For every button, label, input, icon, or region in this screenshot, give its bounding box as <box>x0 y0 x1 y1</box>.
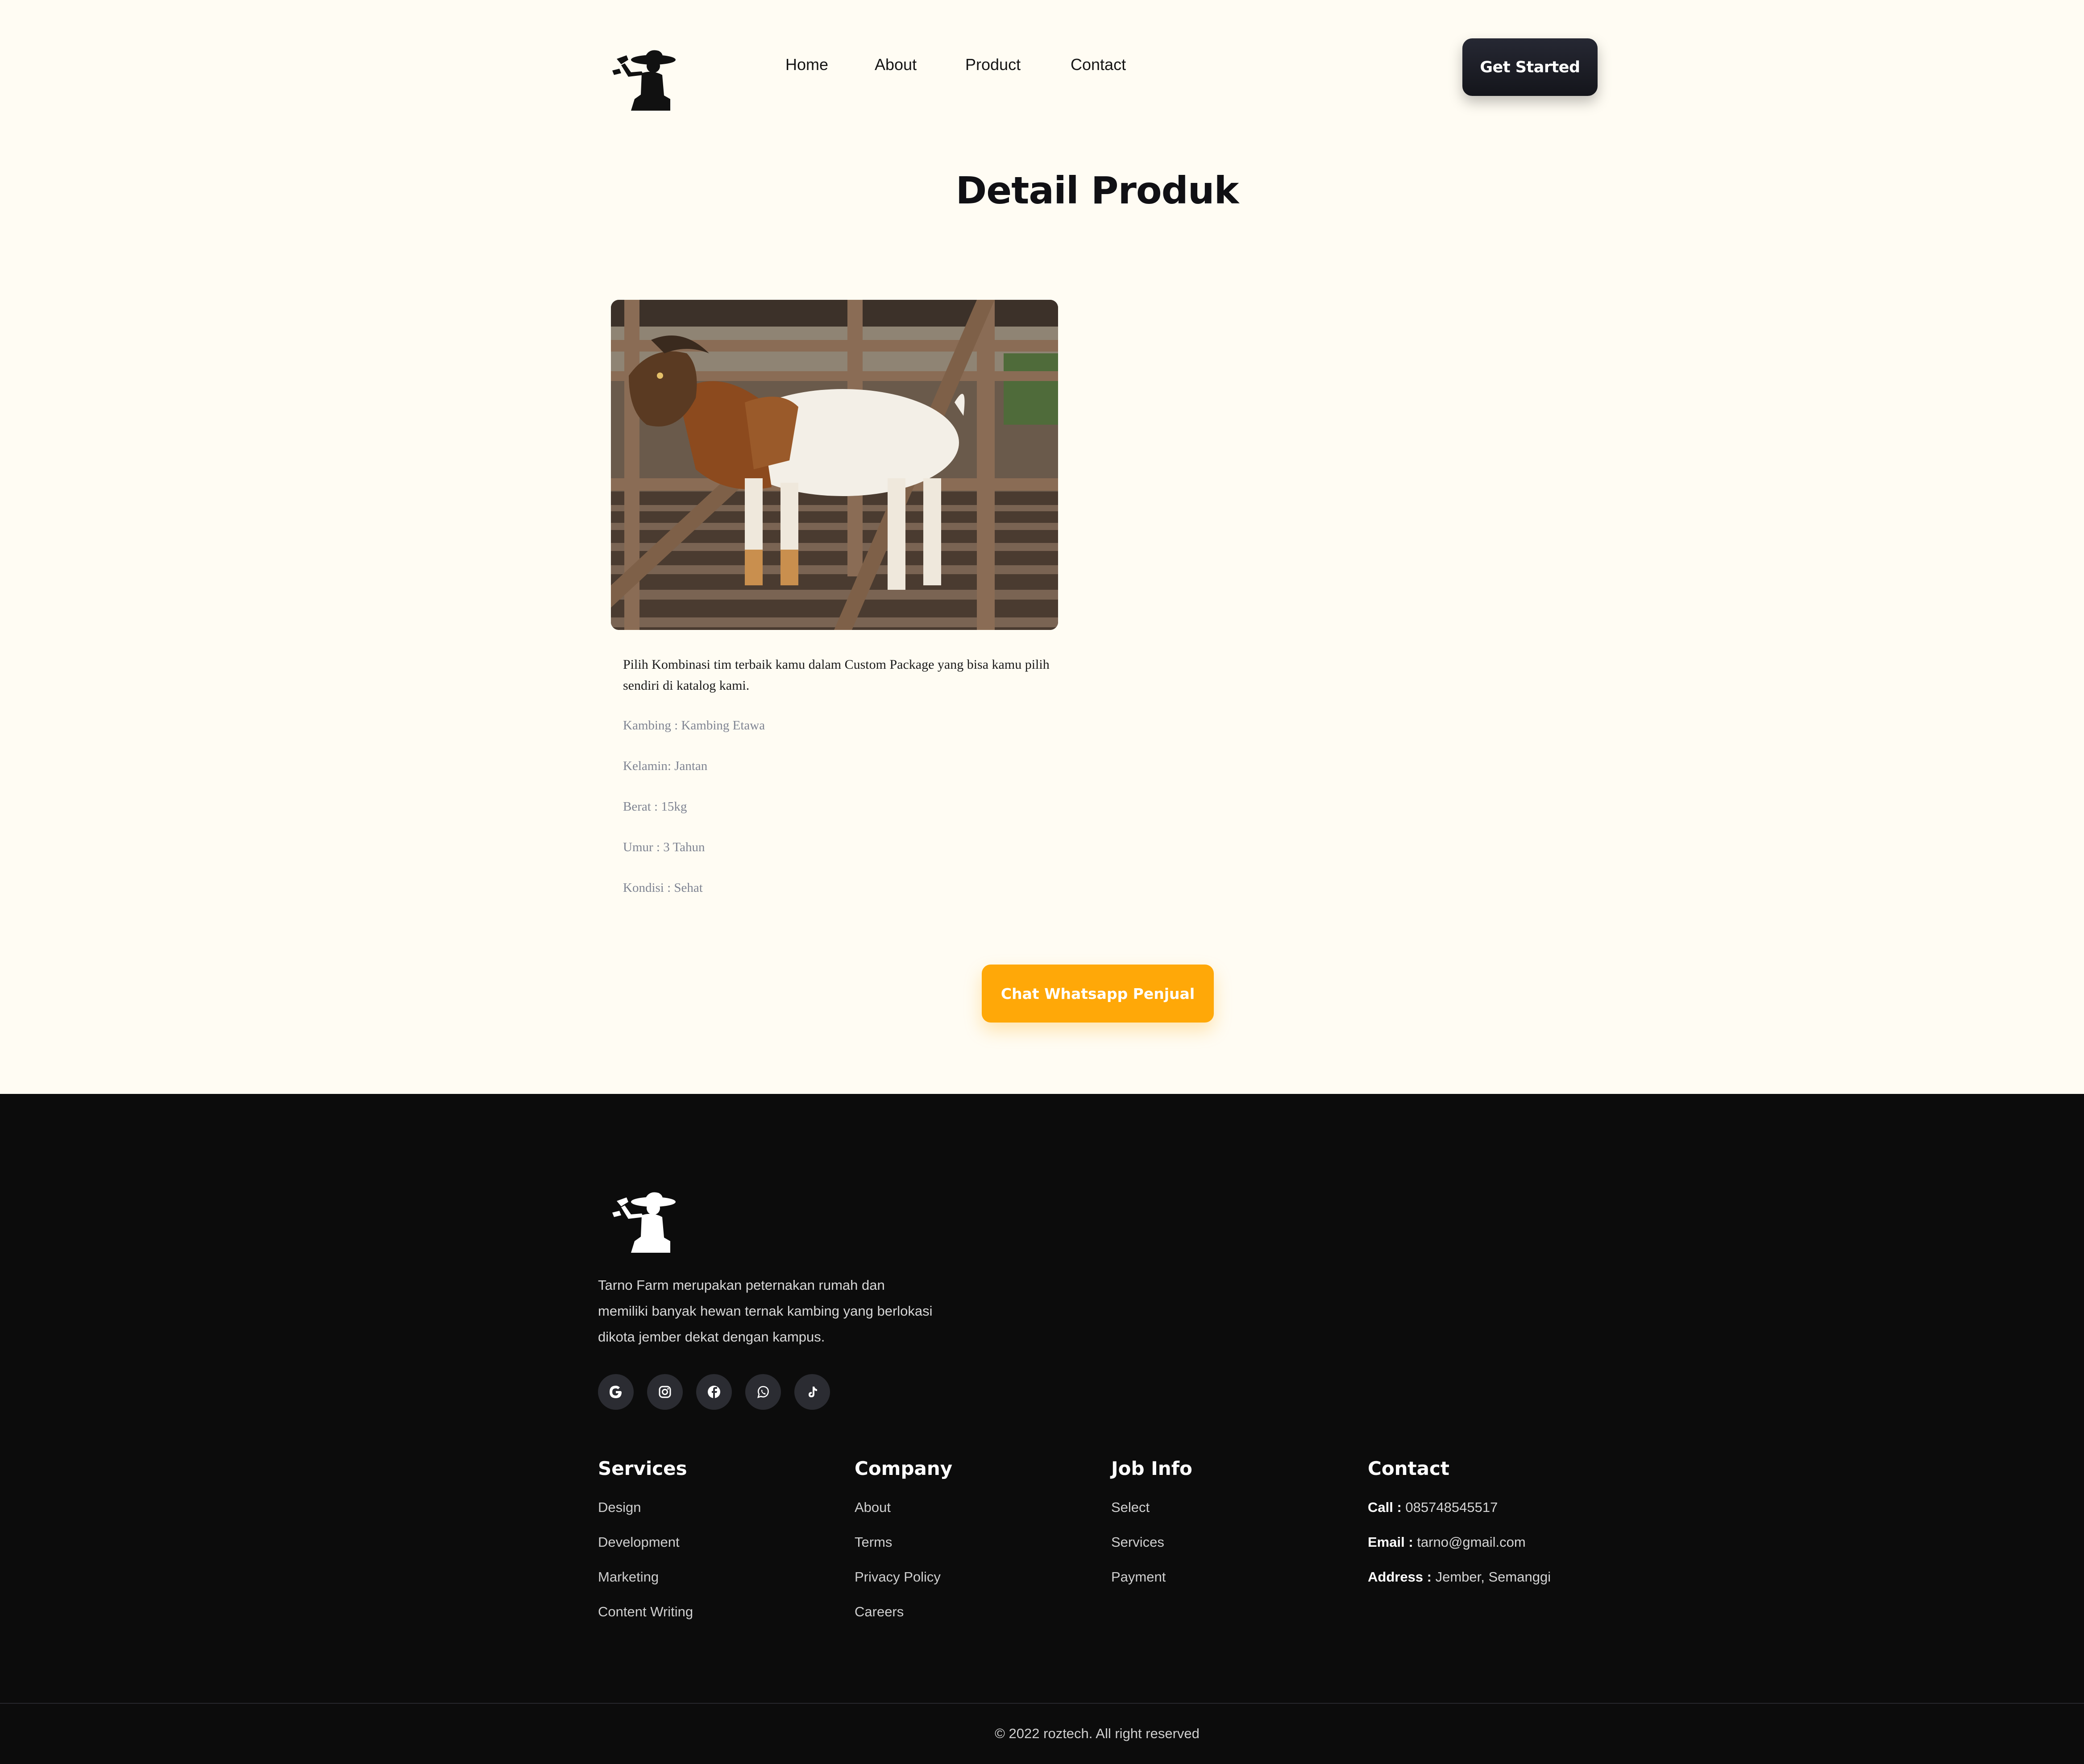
job-info-heading: Job Info <box>1111 1458 1192 1479</box>
company-link-privacy-policy[interactable]: Privacy Policy <box>855 1569 941 1585</box>
nav-contact[interactable]: Contact <box>1071 55 1126 74</box>
copyright: © 2022 roztech. All right reserved <box>995 1726 1200 1741</box>
job-info-link-services[interactable]: Services <box>1111 1534 1164 1550</box>
contact-heading: Contact <box>1368 1458 1449 1479</box>
services-link-content-writing[interactable]: Content Writing <box>598 1604 693 1620</box>
farmer-logo[interactable] <box>603 46 684 112</box>
goat-photo <box>611 300 1058 630</box>
contact-email: Email : tarno@gmail.com <box>1368 1534 1526 1550</box>
spec-weight: Berat : 15kg <box>623 799 687 814</box>
farmer-logo-footer[interactable] <box>603 1188 684 1255</box>
footer-about-text: Tarno Farm merupakan peternakan rumah da… <box>598 1277 933 1345</box>
spec-breed: Kambing : Kambing Etawa <box>623 718 765 733</box>
job-info-link-select[interactable]: Select <box>1111 1499 1150 1516</box>
chat-whatsapp-button[interactable]: Chat Whatsapp Penjual <box>982 965 1214 1023</box>
get-started-button[interactable]: Get Started <box>1462 38 1598 96</box>
spec-sex: Kelamin: Jantan <box>623 759 708 773</box>
email-value[interactable]: tarno@gmail.com <box>1417 1534 1525 1550</box>
contact-call: Call : 085748545517 <box>1368 1499 1498 1516</box>
services-link-design[interactable]: Design <box>598 1499 641 1516</box>
company-link-careers[interactable]: Careers <box>855 1604 904 1620</box>
call-value[interactable]: 085748545517 <box>1405 1499 1498 1515</box>
company-heading: Company <box>855 1458 953 1479</box>
tiktok-icon[interactable] <box>794 1374 830 1410</box>
company-link-about[interactable]: About <box>855 1499 891 1516</box>
address-label: Address : <box>1368 1569 1432 1585</box>
spec-condition: Kondisi : Sehat <box>623 881 703 895</box>
footer-divider <box>0 1703 2084 1704</box>
google-icon[interactable] <box>598 1374 634 1410</box>
facebook-icon[interactable] <box>696 1374 732 1410</box>
nav-home[interactable]: Home <box>785 55 828 74</box>
email-label: Email : <box>1368 1534 1413 1550</box>
whatsapp-icon[interactable] <box>745 1374 781 1410</box>
company-link-terms[interactable]: Terms <box>855 1534 892 1550</box>
nav-about[interactable]: About <box>875 55 917 74</box>
job-info-link-payment[interactable]: Payment <box>1111 1569 1166 1585</box>
contact-address: Address : Jember, Semanggi <box>1368 1569 1551 1585</box>
services-link-marketing[interactable]: Marketing <box>598 1569 659 1585</box>
call-label: Call : <box>1368 1499 1402 1515</box>
footer: Tarno Farm merupakan peternakan rumah da… <box>0 1094 2084 1764</box>
address-value: Jember, Semanggi <box>1435 1569 1551 1585</box>
spec-age: Umur : 3 Tahun <box>623 840 705 854</box>
services-heading: Services <box>598 1458 687 1479</box>
nav-product[interactable]: Product <box>965 55 1021 74</box>
services-link-development[interactable]: Development <box>598 1534 680 1550</box>
page-title: Detail Produk <box>955 169 1239 212</box>
instagram-icon[interactable] <box>647 1374 683 1410</box>
product-image <box>611 300 1058 630</box>
product-description: Pilih Kombinasi tim terbaik kamu dalam C… <box>623 657 1050 693</box>
